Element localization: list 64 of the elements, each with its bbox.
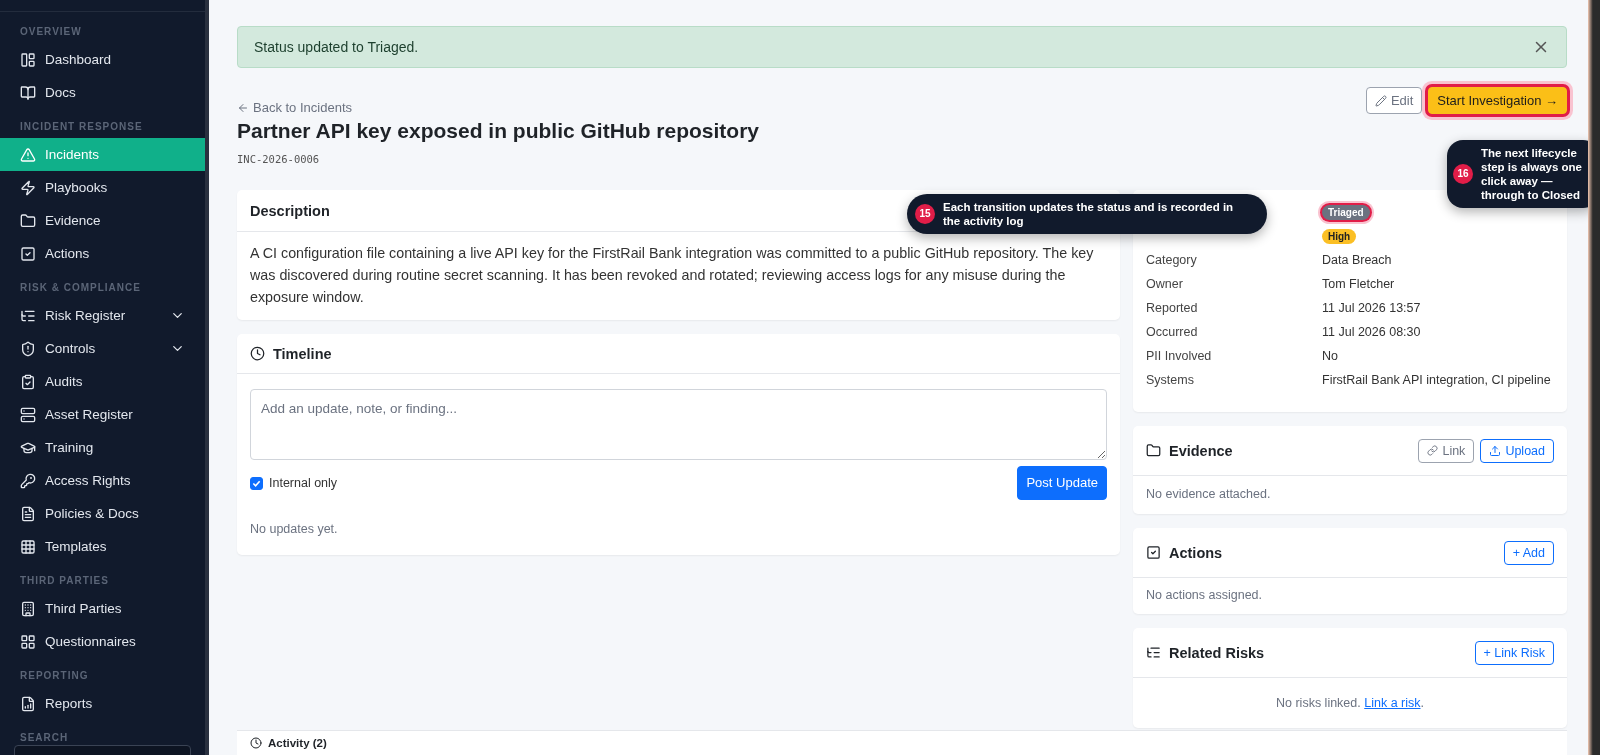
section-title: THIRD PARTIES bbox=[19, 574, 110, 588]
back-link[interactable]: Back to Incidents bbox=[237, 100, 352, 115]
sidebar-item[interactable]: Actions bbox=[0, 237, 205, 270]
empty-message: No updates yet. bbox=[250, 521, 339, 538]
empty-message: No actions assigned. bbox=[1146, 587, 1264, 604]
field-label: Owner bbox=[1146, 277, 1184, 291]
sidebar-item[interactable]: Dashboard bbox=[0, 43, 205, 76]
add-button[interactable]: + Link Risk bbox=[1474, 640, 1554, 665]
edit-button[interactable]: Edit bbox=[1365, 87, 1423, 114]
card-title: Description bbox=[250, 202, 330, 219]
link-button[interactable]: Link bbox=[1418, 438, 1475, 463]
checkbox-label: Internal only bbox=[269, 475, 338, 492]
card-title: Activity (2) bbox=[250, 737, 1554, 749]
sidebar-item[interactable]: Audits bbox=[0, 365, 205, 398]
sidebar-item[interactable]: Docs bbox=[0, 76, 205, 109]
sidebar-item[interactable]: Templates bbox=[0, 530, 205, 563]
field-value: FirstRail Bank API integration, CI pipeline bbox=[1322, 373, 1552, 387]
section-title: RISK & COMPLIANCE bbox=[19, 281, 142, 295]
incident-id: INC-2026-0006 bbox=[237, 153, 321, 165]
sidebar-item[interactable]: Policies & Docs bbox=[0, 497, 205, 530]
sidebar-item[interactable]: Questionnaires bbox=[0, 625, 205, 658]
sidebar-item[interactable]: Access Rights bbox=[0, 464, 205, 497]
link-a-risk-link[interactable]: Link a risk bbox=[1364, 696, 1421, 710]
field-value: Tom Fletcher bbox=[1322, 277, 1396, 291]
field-value: Data Breach bbox=[1322, 253, 1393, 267]
section-title: INCIDENT RESPONSE bbox=[19, 120, 144, 134]
card-title: Evidence bbox=[1146, 442, 1233, 459]
update-field[interactable]: Add an update, note, or finding... bbox=[250, 389, 1107, 460]
field-value: 11 Jul 2026 13:57 bbox=[1322, 301, 1422, 315]
tooltip-text: Each transition updates the status and is recorded in the activity log bbox=[943, 200, 1235, 228]
card-title: Timeline bbox=[250, 345, 332, 362]
page-title: Partner API key exposed in public GitHub repository bbox=[237, 119, 759, 143]
field-label: Occurred bbox=[1146, 325, 1199, 339]
tooltip-text: The next lifecycle step is always one click away — through to Closed bbox=[1481, 146, 1583, 202]
sidebar-item[interactable]: Playbooks bbox=[0, 171, 205, 204]
field-label: Category bbox=[1146, 253, 1198, 267]
empty-message: No evidence attached. bbox=[1146, 486, 1272, 503]
sidebar-item[interactable]: Training bbox=[0, 431, 205, 464]
post-update-button[interactable]: Post Update bbox=[1017, 466, 1107, 500]
section-title: OVERVIEW bbox=[19, 25, 83, 39]
field-label: Reported bbox=[1146, 301, 1199, 315]
field-label: Systems bbox=[1146, 373, 1195, 387]
sidebar-item[interactable]: Evidence bbox=[0, 204, 205, 237]
step-number: 16 bbox=[1453, 164, 1473, 184]
step-number: 15 bbox=[915, 204, 935, 224]
empty-message: No risks linked. Link a risk. bbox=[1276, 696, 1424, 710]
internal-only-checkbox[interactable]: Internal only bbox=[250, 472, 338, 494]
field-value: 11 Jul 2026 08:30 bbox=[1322, 325, 1422, 339]
field-value: No bbox=[1322, 349, 1339, 363]
card-title: Actions bbox=[1146, 544, 1223, 561]
alert-message: Status updated to Triaged. bbox=[254, 39, 419, 55]
sidebar-item[interactable]: Third Parties bbox=[0, 592, 205, 625]
card-title: Related Risks bbox=[1146, 644, 1265, 661]
status-badge: High bbox=[1322, 228, 1357, 244]
add-button[interactable]: + Add bbox=[1503, 540, 1554, 565]
section-title: SEARCH bbox=[19, 731, 70, 745]
description-text: A CI configuration file containing a live API key for the FirstRail Bank integration was committed to a public GitHub repository. The key was discovered during routine secret scanning. It has been revoked and rotated; reviewing access logs for any misuse during the exposure window. bbox=[250, 244, 1095, 307]
sidebar-item[interactable]: Controls bbox=[0, 332, 205, 365]
add-button[interactable]: Upload bbox=[1480, 438, 1554, 463]
sidebar-item[interactable]: Risk Register bbox=[0, 299, 205, 332]
sidebar-item[interactable]: Reports bbox=[0, 687, 205, 720]
section-title: REPORTING bbox=[19, 669, 90, 683]
sidebar-item[interactable]: Asset Register bbox=[0, 398, 205, 431]
field-label: PII Involved bbox=[1146, 349, 1213, 363]
